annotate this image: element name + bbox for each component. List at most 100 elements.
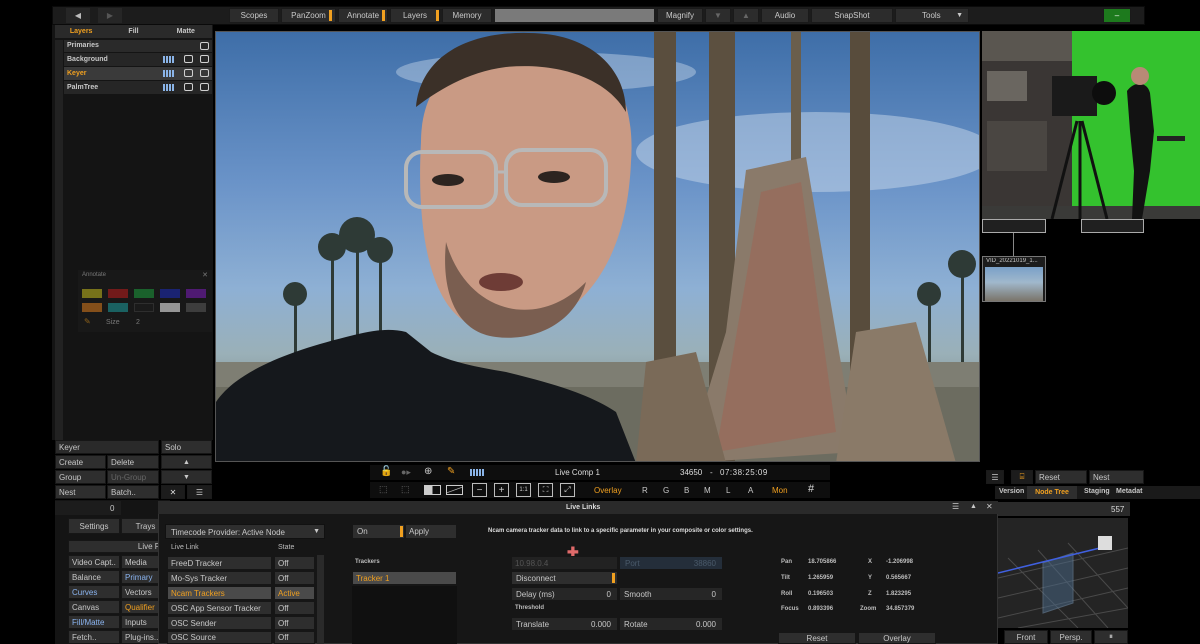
- perspective-view-button[interactable]: Persp.: [1050, 630, 1092, 644]
- tools-dropdown[interactable]: Tools ▼: [895, 8, 969, 23]
- settings-button[interactable]: Settings: [68, 518, 120, 534]
- color-swatch[interactable]: [134, 303, 154, 312]
- tab-version[interactable]: Version: [999, 488, 1024, 495]
- on-toggle[interactable]: On: [352, 524, 405, 539]
- visibility-toggle-icon[interactable]: [200, 42, 209, 50]
- pencil-icon[interactable]: ✎: [447, 466, 455, 477]
- timecode-provider-dropdown[interactable]: Timecode Provider: Active Node ▼: [165, 524, 325, 539]
- scopes-button[interactable]: Scopes: [229, 8, 279, 23]
- one-to-one-button[interactable]: 1:1: [516, 483, 531, 497]
- video-viewer[interactable]: [215, 31, 980, 462]
- media-thumbnail[interactable]: VID_20221019_1...: [982, 256, 1046, 302]
- menu-button[interactable]: ☰: [187, 485, 212, 499]
- status-indicator-button[interactable]: –: [1103, 8, 1131, 23]
- close-button[interactable]: ✕: [161, 485, 185, 499]
- live-link-name[interactable]: OSC App Sensor Tracker: [167, 601, 272, 615]
- node-box-b[interactable]: [1081, 219, 1144, 233]
- front-view-button[interactable]: Front: [1004, 630, 1048, 644]
- overlay-toggle[interactable]: Overlay: [594, 486, 622, 495]
- snapshot-button[interactable]: SnapShot: [811, 8, 893, 23]
- memory-button[interactable]: Memory: [442, 8, 492, 23]
- live-link-state[interactable]: Off: [274, 631, 315, 644]
- camera-icon[interactable]: ●▸: [401, 467, 411, 478]
- live-link-name[interactable]: FreeD Tracker: [167, 556, 272, 570]
- tool-fetch[interactable]: Fetch..: [68, 630, 120, 644]
- live-link-state[interactable]: Off: [274, 556, 315, 570]
- tool-video-capture[interactable]: Video Capt..: [68, 555, 120, 569]
- monitor-toggle[interactable]: Mon: [772, 486, 788, 495]
- visibility-toggle-icon[interactable]: [200, 55, 209, 63]
- layer-row-palmtree[interactable]: PalmTree: [64, 81, 212, 94]
- color-swatch[interactable]: [186, 303, 206, 312]
- keyer-name-field[interactable]: Keyer: [55, 440, 159, 454]
- visibility-toggle-icon[interactable]: [200, 69, 209, 77]
- close-icon[interactable]: ✕: [986, 502, 993, 511]
- channel-g[interactable]: G: [663, 486, 669, 495]
- fit-button[interactable]: ⛶: [538, 483, 553, 497]
- matte-toggle-icon[interactable]: [184, 83, 193, 91]
- node-box-a[interactable]: [982, 219, 1046, 233]
- tool-balance[interactable]: Balance: [68, 570, 120, 584]
- down-button[interactable]: ▼: [705, 8, 731, 23]
- channel-r[interactable]: R: [642, 486, 648, 495]
- hierarchy-view-button[interactable]: ⌸: [1011, 470, 1033, 484]
- wipe-icon[interactable]: [446, 485, 463, 495]
- live-link-state[interactable]: Off: [274, 616, 315, 630]
- port-field[interactable]: Port 38860: [619, 556, 723, 570]
- solo-button[interactable]: Solo: [161, 440, 212, 454]
- color-swatch[interactable]: [82, 289, 102, 298]
- safe-title-icon[interactable]: ⬚: [401, 484, 410, 495]
- live-link-state[interactable]: Off: [274, 571, 315, 585]
- tab-matte[interactable]: Matte: [160, 25, 212, 38]
- audio-button[interactable]: Audio: [761, 8, 809, 23]
- nest-button[interactable]: Nest: [55, 485, 106, 499]
- safe-area-icon[interactable]: ⬚: [379, 484, 388, 495]
- menu-icon[interactable]: ☰: [952, 502, 959, 511]
- node-nest-button[interactable]: Nest: [1089, 470, 1144, 484]
- camera-preview[interactable]: [982, 31, 1200, 219]
- grid-icon[interactable]: #: [808, 483, 814, 495]
- zoom-in-button[interactable]: +: [494, 483, 509, 497]
- split-view-icon[interactable]: [424, 485, 441, 495]
- tab-metadata[interactable]: Metadat: [1116, 488, 1142, 495]
- rotate-field[interactable]: Rotate 0.000: [619, 617, 723, 631]
- chevron-up-icon[interactable]: ▲: [970, 503, 977, 510]
- back-arrow-button[interactable]: ◀: [66, 8, 90, 23]
- perspective-viewport[interactable]: [998, 518, 1128, 628]
- panzoom-button[interactable]: PanZoom: [281, 8, 336, 23]
- layer-row-background[interactable]: Background: [64, 53, 212, 66]
- color-swatch[interactable]: [108, 289, 128, 298]
- tab-layers[interactable]: Layers: [55, 25, 107, 38]
- batch-button[interactable]: Batch..: [107, 485, 159, 499]
- tab-fill[interactable]: Fill: [107, 25, 159, 38]
- lock-icon[interactable]: 🔓: [380, 466, 392, 477]
- move-up-button[interactable]: ▲: [161, 455, 212, 469]
- group-button[interactable]: Group: [55, 470, 106, 484]
- zoom-out-button[interactable]: −: [472, 483, 487, 497]
- smooth-field[interactable]: Smooth 0: [619, 587, 723, 601]
- overlay-button[interactable]: Overlay: [858, 632, 936, 644]
- tool-canvas[interactable]: Canvas: [68, 600, 120, 614]
- live-links-scrollbar[interactable]: [317, 555, 324, 644]
- layers-button[interactable]: Layers: [390, 8, 440, 23]
- channel-a[interactable]: A: [748, 486, 753, 495]
- layer-row-primaries[interactable]: Primaries: [64, 40, 212, 52]
- color-swatch[interactable]: [160, 303, 180, 312]
- delete-button[interactable]: Delete: [107, 455, 159, 469]
- matte-toggle-icon[interactable]: [184, 69, 193, 77]
- tab-staging[interactable]: Staging: [1084, 488, 1110, 495]
- forward-arrow-button[interactable]: ▶: [98, 8, 122, 23]
- apply-button[interactable]: Apply: [405, 524, 457, 539]
- disconnect-button[interactable]: Disconnect: [511, 571, 618, 585]
- tab-node-tree[interactable]: Node Tree: [1027, 486, 1077, 499]
- channel-l[interactable]: L: [726, 486, 730, 495]
- layers-scrollbar[interactable]: [55, 40, 63, 440]
- node-reset-button[interactable]: Reset: [1035, 470, 1087, 484]
- annotate-button[interactable]: Annotate: [338, 8, 388, 23]
- pencil-icon[interactable]: ✎: [84, 317, 91, 326]
- live-link-name[interactable]: OSC Source: [167, 631, 272, 644]
- expand-button[interactable]: ⤢: [560, 483, 575, 497]
- live-link-name[interactable]: Mo-Sys Tracker: [167, 571, 272, 585]
- create-button[interactable]: Create: [55, 455, 106, 469]
- visibility-toggle-icon[interactable]: [200, 83, 209, 91]
